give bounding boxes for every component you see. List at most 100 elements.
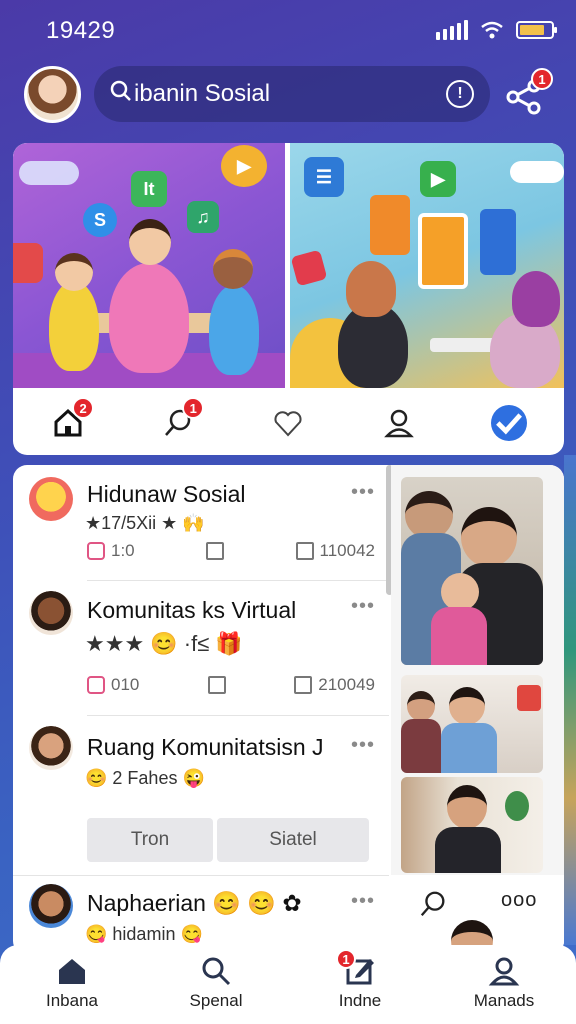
search-icon	[202, 957, 231, 986]
person-figure	[49, 281, 99, 371]
nav-label: Inbana	[46, 991, 98, 1010]
share-badge: 1	[531, 68, 553, 90]
bottom-nav: Inbana Spenal 1 Indne Manads	[0, 945, 576, 1024]
post-title[interactable]: Naphaerian 😊 😊 ✿	[87, 890, 302, 917]
plant-decor	[505, 791, 529, 821]
person-figure	[209, 285, 259, 375]
post-stats: 1:0 110042	[87, 541, 375, 561]
search-icon	[110, 80, 132, 108]
hero-image-community[interactable]: ☰ ▶	[290, 143, 564, 388]
team-photo[interactable]	[401, 675, 543, 773]
post-stats: 010 210049	[87, 675, 375, 695]
decor-tile	[480, 209, 516, 275]
person-icon	[383, 409, 414, 438]
list-item[interactable]: Ruang Komunitatsisn J ••• 😊 2 Fahes 😜 Tr…	[13, 716, 389, 874]
home-button[interactable]: 2	[46, 397, 95, 445]
book-icon	[207, 676, 226, 694]
instagram-icon	[87, 676, 105, 694]
post-subtitle: ★★★ 😊 ·f≤ 🎁	[85, 631, 243, 656]
battery-icon	[516, 21, 557, 39]
profile-icon	[488, 957, 520, 986]
search-input[interactable]: ibanin Sosial	[134, 80, 446, 108]
more-options-icon[interactable]: •••	[351, 890, 375, 913]
nav-label: Indne	[338, 991, 382, 1010]
status-bar: 19429	[0, 0, 576, 62]
list-item[interactable]: Hidunaw Sosial ••• ★17/5Xii ★ 🙌 1:0 1100…	[13, 465, 389, 580]
photo-body	[431, 607, 487, 665]
more-options-icon[interactable]: •••	[351, 595, 375, 618]
status-time: 19429	[46, 17, 116, 44]
stat-views[interactable]: 010	[87, 675, 139, 695]
profile-avatar[interactable]	[24, 66, 81, 123]
verified-button[interactable]	[487, 401, 531, 445]
tile-icon: ☰	[304, 157, 344, 197]
nav-item-inbana[interactable]: Inbana	[12, 945, 132, 1024]
feed-list: Hidunaw Sosial ••• ★17/5Xii ★ 🙌 1:0 1100…	[13, 465, 393, 955]
post-avatar[interactable]	[29, 477, 73, 521]
person-hijab	[346, 261, 396, 317]
tile-icon: It	[131, 171, 167, 207]
person-head	[129, 219, 171, 265]
wifi-icon	[481, 21, 503, 39]
like-button[interactable]	[266, 401, 310, 445]
home-badge: 2	[72, 397, 95, 419]
share-button[interactable]: 1	[505, 68, 553, 116]
home-icon	[59, 959, 85, 984]
nav-item-indne[interactable]: 1 Indne	[300, 945, 420, 1024]
info-icon[interactable]: !	[446, 80, 474, 108]
post-avatar[interactable]	[29, 884, 73, 928]
book-icon	[295, 542, 314, 560]
tile-icon: S	[83, 203, 117, 237]
post-avatar[interactable]	[29, 726, 73, 770]
comment-button[interactable]: 1	[156, 397, 205, 445]
check-icon	[490, 405, 527, 441]
post-subtitle: 😋 hidamin 😋	[85, 924, 203, 944]
heart-icon	[274, 411, 302, 437]
play-icon: ▶	[221, 145, 267, 187]
phone-illustration	[418, 213, 468, 289]
hero-image-friends[interactable]: It S ♫ ▶	[13, 143, 285, 388]
post-title[interactable]: Komunitas ks Virtual	[87, 597, 296, 624]
stat-views[interactable]: 1:0	[87, 541, 135, 561]
cloud-shape	[510, 161, 564, 183]
decor-tile	[290, 249, 328, 287]
photo-body	[435, 827, 501, 873]
person-hijab	[512, 271, 560, 327]
more-options-icon[interactable]: •••	[351, 481, 375, 504]
comment-icon[interactable]	[418, 889, 448, 919]
stat-book[interactable]	[207, 676, 226, 694]
tile-icon: ♫	[187, 201, 219, 233]
search-bar[interactable]: ibanin Sosial !	[94, 66, 490, 122]
more-options-icon[interactable]: •••	[351, 734, 375, 757]
decor-tile	[13, 243, 43, 283]
photo-head	[449, 687, 485, 725]
family-photo[interactable]	[401, 477, 543, 665]
list-item[interactable]: Naphaerian 😊 😊 ✿ ••• 😋 hidamin 😋	[13, 876, 389, 955]
nav-badge: 1	[336, 949, 356, 969]
stat-reads[interactable]: 210049	[294, 675, 375, 695]
portrait-photo[interactable]	[401, 777, 543, 873]
cloud-shape	[19, 161, 79, 185]
person-head	[55, 253, 93, 291]
post-avatar[interactable]	[29, 591, 73, 635]
post-title[interactable]: Hidunaw Sosial	[87, 481, 246, 508]
siatel-button[interactable]: Siatel	[217, 818, 369, 862]
top-bar: ibanin Sosial ! 1	[0, 64, 576, 126]
tron-button[interactable]: Tron	[87, 818, 213, 862]
instagram-icon	[87, 542, 105, 560]
profile-button[interactable]	[377, 401, 421, 445]
nav-item-spenal[interactable]: Spenal	[156, 945, 276, 1024]
book-icon	[206, 542, 225, 560]
nav-item-manads[interactable]: Manads	[444, 945, 564, 1024]
photo-body	[441, 723, 497, 773]
list-item[interactable]: Komunitas ks Virtual ••• ★★★ 😊 ·f≤ 🎁 010…	[13, 581, 389, 715]
more-options-icon[interactable]: ooo	[501, 889, 537, 912]
nav-label: Spenal	[189, 991, 243, 1010]
comment-badge: 1	[182, 397, 205, 419]
stat-book[interactable]	[206, 542, 225, 560]
photo-head	[407, 691, 435, 721]
post-title[interactable]: Ruang Komunitatsisn J	[87, 734, 324, 761]
photo-head	[441, 573, 479, 611]
stat-reads[interactable]: 110042	[295, 541, 375, 561]
photo-body	[401, 719, 441, 773]
